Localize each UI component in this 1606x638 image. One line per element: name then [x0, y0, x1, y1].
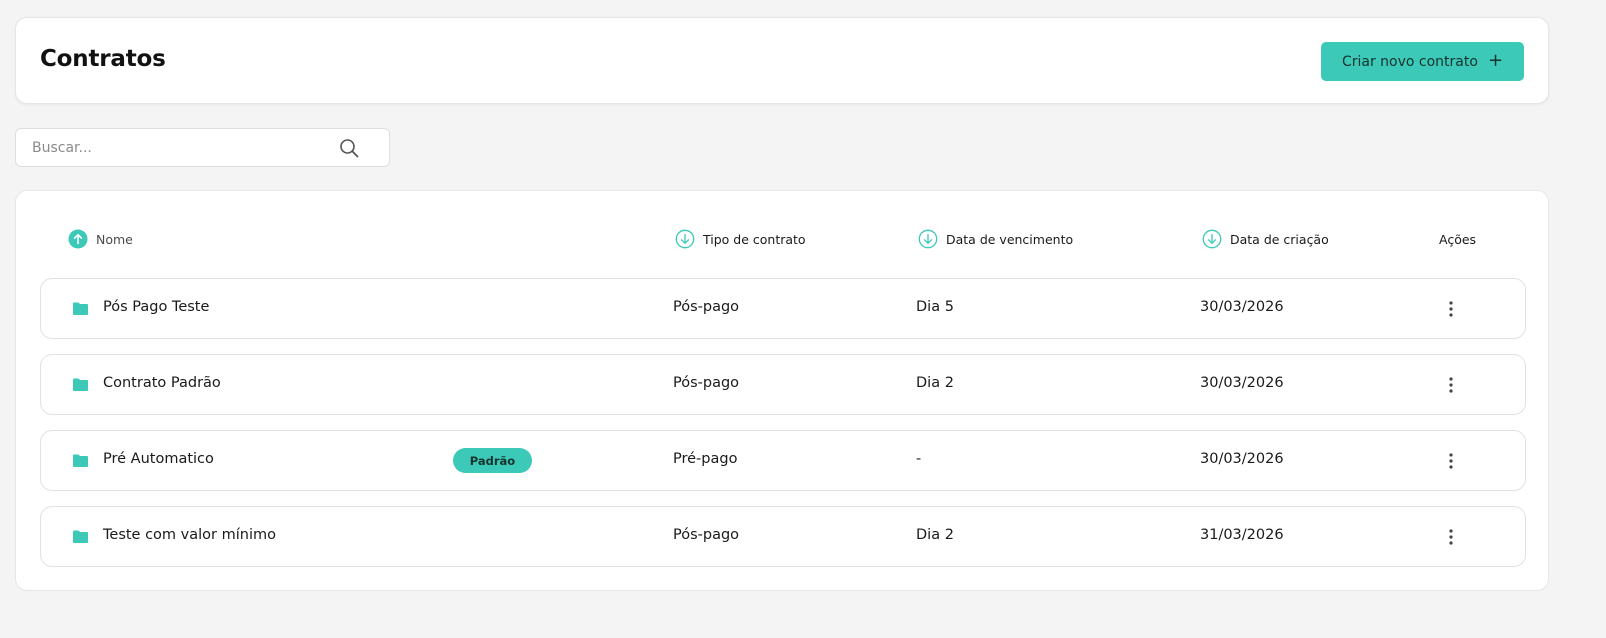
created-date: 31/03/2026	[1200, 527, 1284, 543]
column-header-label: Ações	[1439, 231, 1477, 247]
contract-type: Pré-pago	[673, 451, 738, 467]
create-contract-button-label: Criar novo contrato	[1341, 53, 1478, 70]
more-options-button[interactable]	[1439, 373, 1463, 397]
more-vertical-icon	[1449, 453, 1453, 469]
column-header-nome[interactable]: Nome	[68, 229, 133, 249]
due-date: Dia 2	[916, 527, 954, 543]
column-header-label: Nome	[96, 231, 133, 247]
search-input[interactable]	[16, 129, 336, 166]
column-header-criacao[interactable]: Data de criação	[1202, 229, 1329, 249]
plus-icon: +	[1487, 49, 1504, 71]
default-badge: Padrão	[453, 448, 532, 473]
page-header: Contratos Criar novo contrato +	[15, 17, 1549, 104]
column-header-tipo[interactable]: Tipo de contrato	[675, 229, 806, 249]
table-row[interactable]: Pós Pago Teste Pós-pago Dia 5 30/03/2026	[40, 278, 1526, 339]
due-date: Dia 5	[916, 299, 954, 315]
due-date: Dia 2	[916, 375, 954, 391]
table-row[interactable]: Teste com valor mínimo Pós-pago Dia 2 31…	[40, 506, 1526, 567]
created-date: 30/03/2026	[1200, 299, 1284, 315]
column-header-label: Tipo de contrato	[703, 231, 806, 247]
table-row[interactable]: Pré Automatico Padrão Pré-pago - 30/03/2…	[40, 430, 1526, 491]
contracts-table: Nome Tipo de contrato Data de vencimento…	[15, 190, 1549, 591]
folder-icon	[73, 378, 88, 391]
column-header-label: Data de vencimento	[946, 231, 1074, 247]
more-vertical-icon	[1449, 529, 1453, 545]
more-vertical-icon	[1449, 301, 1453, 317]
sort-descending-icon[interactable]	[918, 229, 938, 249]
contract-name: Teste com valor mínimo	[103, 527, 276, 543]
column-header-vencimento[interactable]: Data de vencimento	[918, 229, 1073, 249]
folder-icon	[73, 530, 88, 543]
column-header-label: Data de criação	[1230, 231, 1329, 247]
search-icon[interactable]	[339, 138, 359, 158]
sort-ascending-icon[interactable]	[68, 229, 88, 249]
contract-name: Contrato Padrão	[103, 375, 221, 391]
contract-type: Pós-pago	[673, 527, 740, 543]
folder-icon	[73, 302, 88, 315]
search-box	[15, 128, 390, 167]
contract-name: Pós Pago Teste	[103, 299, 210, 315]
contract-type: Pós-pago	[673, 299, 740, 315]
more-options-button[interactable]	[1439, 297, 1463, 321]
sort-descending-icon[interactable]	[1202, 229, 1222, 249]
sort-descending-icon[interactable]	[675, 229, 695, 249]
create-contract-button[interactable]: Criar novo contrato +	[1321, 42, 1524, 81]
more-options-button[interactable]	[1439, 525, 1463, 549]
contract-name: Pré Automatico	[103, 451, 214, 467]
more-options-button[interactable]	[1439, 449, 1463, 473]
page-title: Contratos	[40, 46, 166, 72]
contract-type: Pós-pago	[673, 375, 740, 391]
due-date: -	[916, 451, 922, 467]
more-vertical-icon	[1449, 377, 1453, 393]
created-date: 30/03/2026	[1200, 375, 1284, 391]
created-date: 30/03/2026	[1200, 451, 1284, 467]
table-row[interactable]: Contrato Padrão Pós-pago Dia 2 30/03/202…	[40, 354, 1526, 415]
folder-icon	[73, 454, 88, 467]
column-header-acoes: Ações	[1439, 229, 1476, 249]
